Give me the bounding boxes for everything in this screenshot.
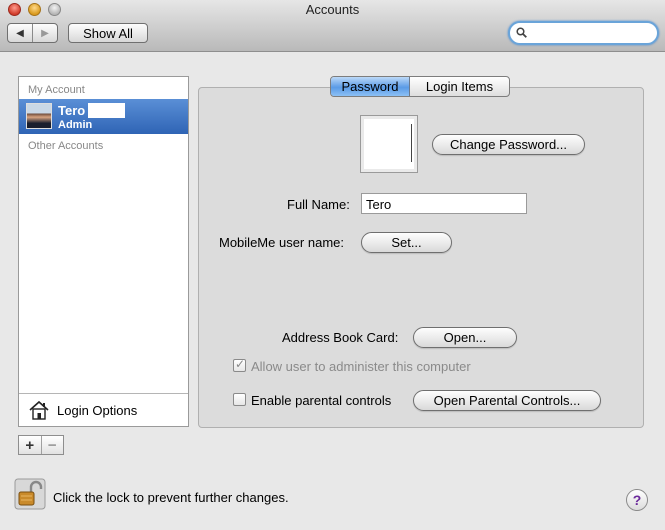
full-name-field[interactable]: Tero [361,193,527,214]
back-icon[interactable]: ◀ [8,24,32,42]
lock-message: Click the lock to prevent further change… [53,490,289,505]
parental-controls-checkbox[interactable] [233,393,246,406]
avatar [26,103,52,129]
set-mobileme-button[interactable]: Set... [361,232,452,253]
mobileme-label: MobileMe user name: [219,235,344,250]
add-account-button[interactable]: + [19,436,41,454]
tab-password[interactable]: Password [331,77,410,96]
search-icon [516,27,527,38]
back-forward-control: ◀ ▶ [7,23,58,43]
account-role: Admin [58,119,93,131]
address-book-label: Address Book Card: [282,330,399,345]
lock-icon[interactable] [14,478,46,510]
add-remove-control: + − [18,435,64,455]
remove-account-button[interactable]: − [40,436,64,454]
search-field[interactable] [508,21,659,45]
open-address-book-button[interactable]: Open... [413,327,517,348]
show-all-button[interactable]: Show All [68,23,148,43]
account-row-selected[interactable]: Tero Admin [19,99,188,134]
open-parental-controls-button[interactable]: Open Parental Controls... [413,390,601,411]
parental-controls-label: Enable parental controls [251,393,392,408]
forward-icon[interactable]: ▶ [32,24,57,42]
house-icon [29,400,49,420]
allow-admin-label: Allow user to administer this computer [251,359,471,374]
my-account-header: My Account [28,84,85,96]
toolbar: Accounts ◀ ▶ Show All [0,0,665,52]
allow-admin-checkbox[interactable] [233,357,246,372]
window-title: Accounts [305,2,360,17]
account-name: Tero [58,103,86,118]
user-picture-well[interactable] [360,115,418,173]
change-password-button[interactable]: Change Password... [432,134,585,155]
tab-login-items[interactable]: Login Items [410,77,509,96]
account-list: My Account Tero Admin Other Accounts Log… [18,76,189,427]
help-button[interactable]: ? [626,489,648,511]
pane-tabs: Password Login Items [330,76,510,97]
other-accounts-header: Other Accounts [28,140,104,152]
full-name-label: Full Name: [287,197,350,212]
login-options-label: Login Options [57,403,138,418]
redacted-name-block [88,103,125,118]
login-options-item[interactable]: Login Options [19,393,188,426]
